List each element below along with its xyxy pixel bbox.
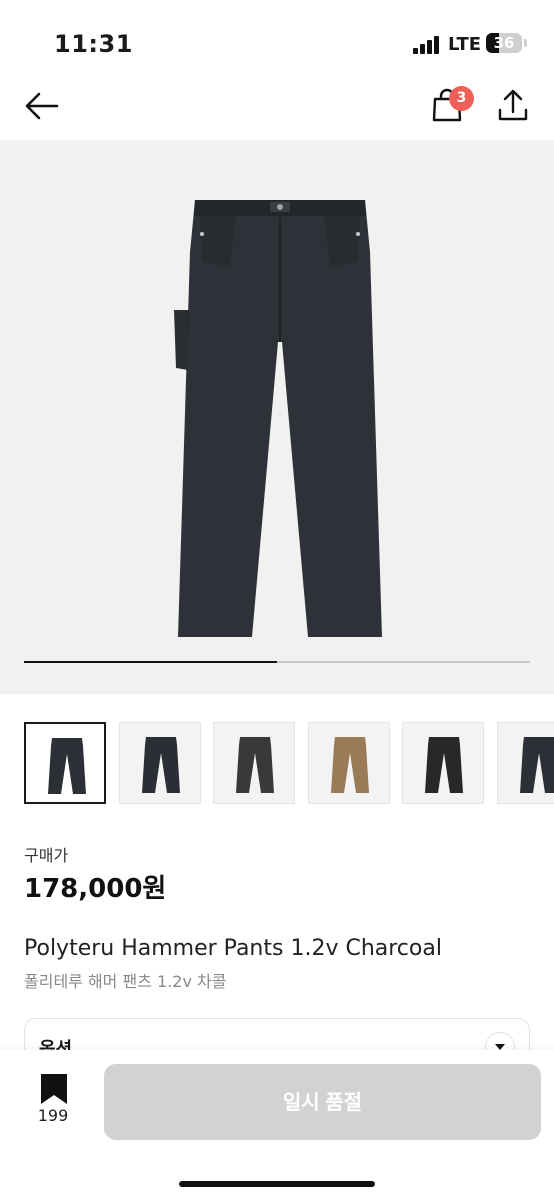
arrow-left-icon	[25, 92, 59, 120]
carousel-progress	[24, 661, 530, 663]
product-thumbnail[interactable]	[24, 722, 106, 804]
bookmark-count: 199	[37, 1106, 69, 1125]
price: 178,000원	[24, 874, 167, 904]
battery-level: 36	[493, 34, 515, 52]
price-label: 구매가	[24, 846, 69, 865]
pants-thumbnail-image	[236, 737, 274, 793]
share-icon	[498, 89, 528, 121]
product-thumbnail[interactable]	[118, 722, 201, 804]
bookmark-icon	[41, 1074, 67, 1104]
product-thumbnail[interactable]	[402, 722, 484, 804]
status-time: 11:31	[54, 30, 133, 58]
product-thumbnail[interactable]	[496, 722, 554, 804]
cart-count-badge: 3	[449, 86, 474, 111]
product-image	[174, 200, 382, 637]
battery-icon: 36	[486, 33, 522, 53]
pants-thumbnail-image	[519, 737, 554, 793]
signal-icon	[413, 36, 443, 54]
back-button[interactable]	[22, 86, 62, 126]
battery-nub	[524, 39, 527, 47]
pants-thumbnail-image	[425, 737, 463, 793]
home-indicator	[179, 1181, 375, 1187]
network-type: LTE	[448, 34, 482, 55]
pants-thumbnail-image	[330, 737, 369, 793]
bottom-action-bar: 199 일시 품절	[0, 1050, 554, 1200]
product-image-carousel[interactable]	[0, 140, 554, 694]
share-button[interactable]	[494, 86, 532, 126]
product-name-english: Polyteru Hammer Pants 1.2v Charcoal	[24, 936, 442, 961]
pants-thumbnail-image	[141, 737, 180, 793]
thumbnail-strip	[24, 722, 554, 806]
status-bar: 11:31 LTE 36	[0, 0, 554, 86]
pants-thumbnail-image	[48, 738, 86, 794]
product-thumbnail[interactable]	[213, 722, 295, 804]
product-name-korean: 폴리테루 해머 팬츠 1.2v 차콜	[24, 972, 227, 991]
product-thumbnail[interactable]	[307, 722, 390, 804]
carousel-progress-fill	[24, 661, 277, 663]
sold-out-button[interactable]: 일시 품절	[104, 1064, 541, 1140]
